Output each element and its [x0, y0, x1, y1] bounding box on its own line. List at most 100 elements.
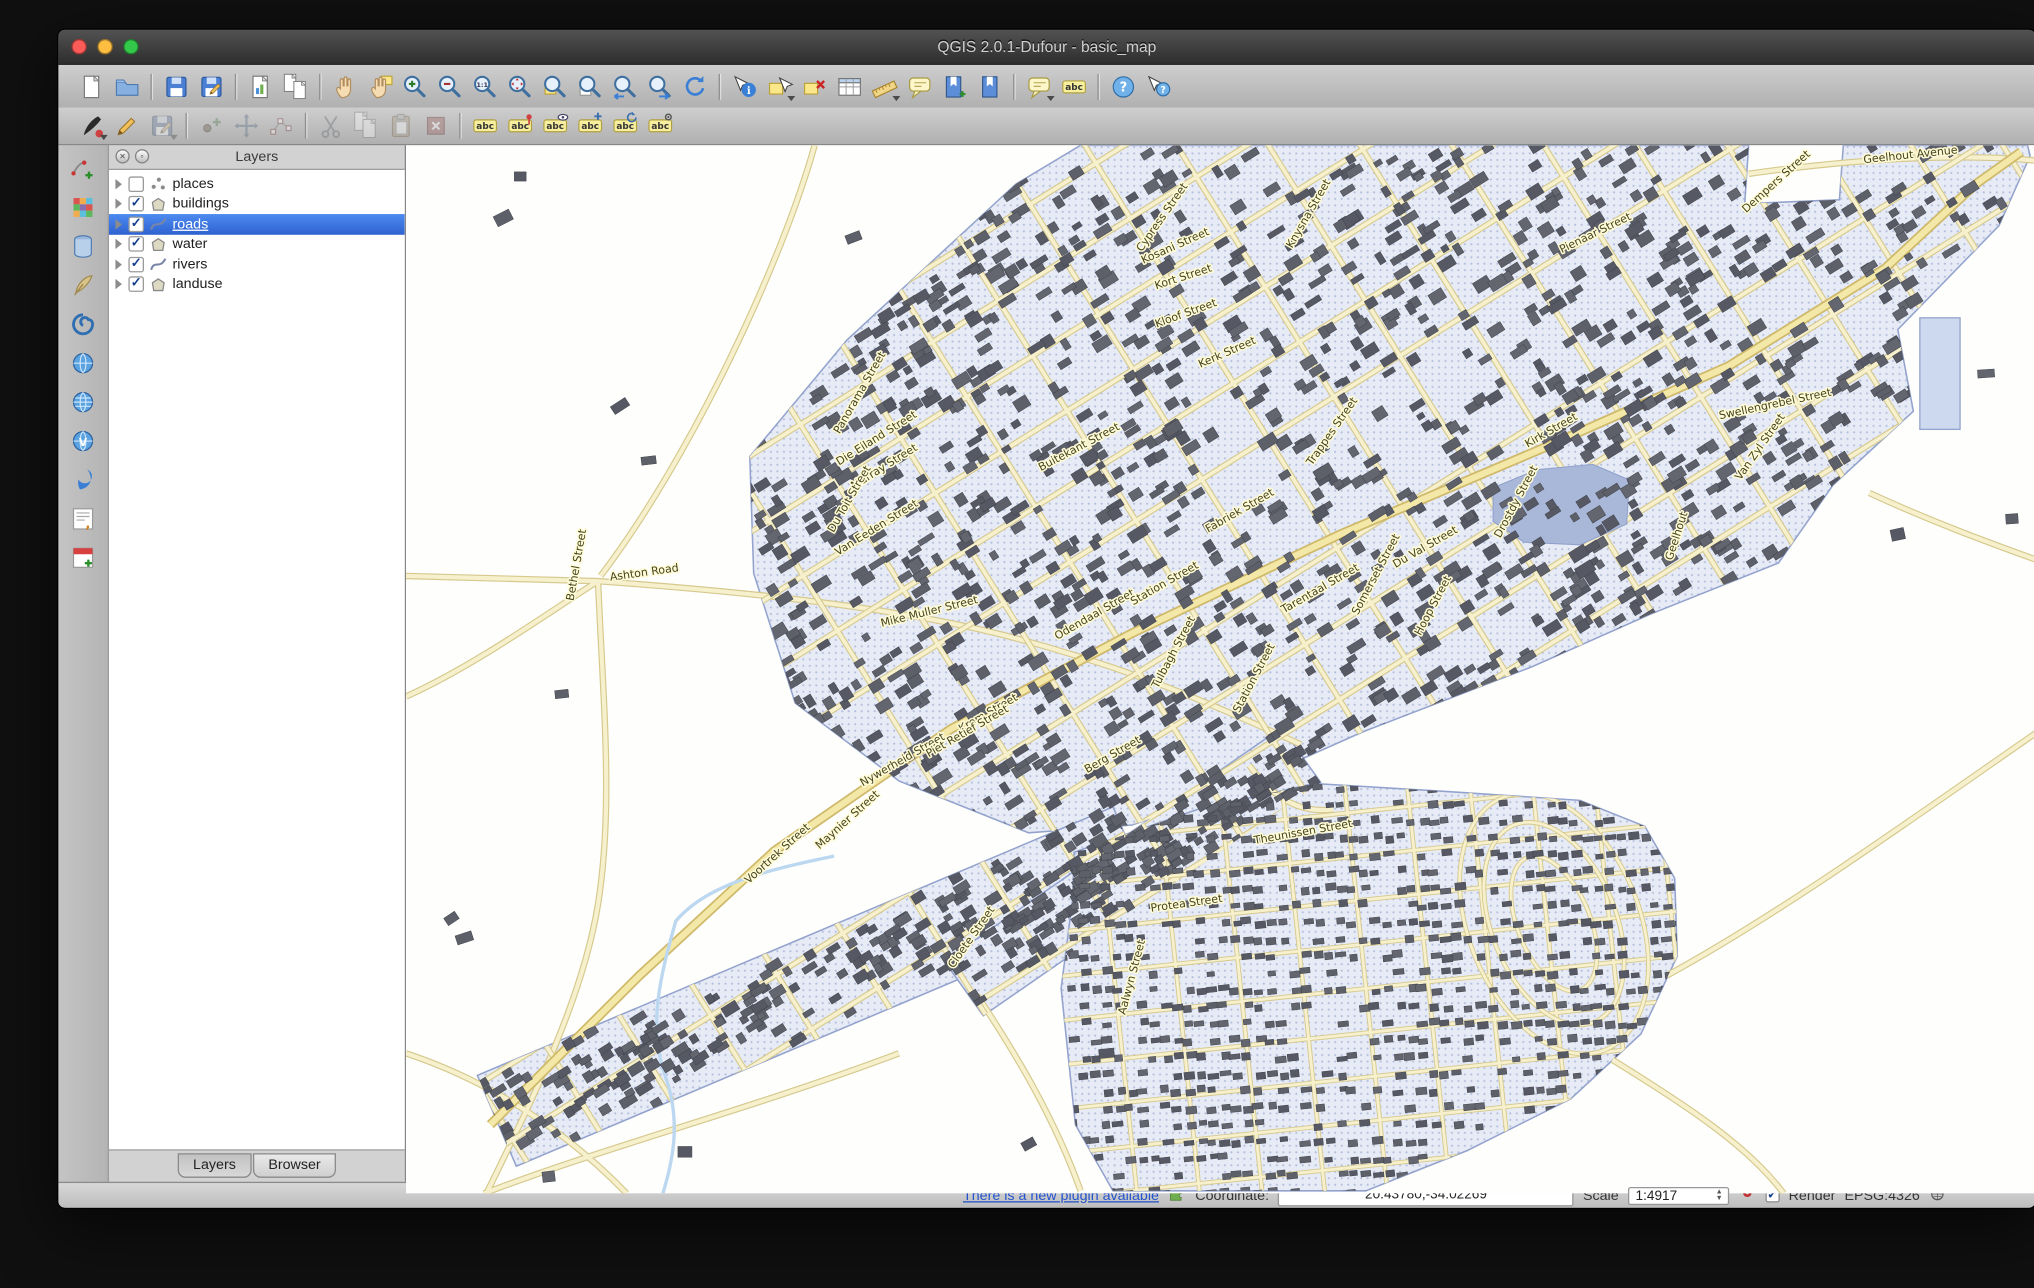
minimize-window-button[interactable]: [97, 39, 113, 55]
add-delimited-text-layer-button[interactable]: ,: [66, 502, 101, 536]
add-raster-layer-button[interactable]: [66, 191, 101, 225]
save-project-button[interactable]: [158, 69, 193, 103]
new-project-button[interactable]: [74, 69, 109, 103]
dropdown-arrow-icon[interactable]: [892, 95, 900, 100]
new-bookmark-button[interactable]: [937, 69, 972, 103]
save-project-as-button[interactable]: [193, 69, 228, 103]
layer-item-rivers[interactable]: ✓ rivers: [109, 254, 405, 274]
tab-layers[interactable]: Layers: [177, 1153, 251, 1178]
map-render[interactable]: Geelhout AvenueDempers StreetCypress Str…: [406, 145, 2034, 1193]
vector-icon: [69, 154, 98, 183]
expand-arrow-icon[interactable]: [115, 179, 121, 189]
label-settings-button[interactable]: abc: [467, 109, 502, 143]
layer-item-landuse[interactable]: ✓ landuse: [109, 274, 405, 294]
identify-features-button[interactable]: i: [726, 69, 761, 103]
zoom-last-button[interactable]: [607, 69, 642, 103]
add-mssql-layer-button[interactable]: [66, 307, 101, 341]
zoom-last-icon: [610, 72, 639, 101]
expand-arrow-icon[interactable]: [115, 259, 121, 269]
svg-text:abc: abc: [651, 122, 669, 132]
layer-polygon-geometry-icon: [149, 276, 167, 293]
layer-visibility-checkbox[interactable]: ✓: [128, 216, 144, 232]
svg-text:abc: abc: [616, 122, 634, 132]
whats-this-button[interactable]: ?: [1140, 69, 1175, 103]
pan-to-selection-button[interactable]: [362, 69, 397, 103]
toggle-editing-button[interactable]: [109, 109, 144, 143]
deselect-features-button[interactable]: [796, 69, 831, 103]
layer-visibility-checkbox[interactable]: [128, 176, 144, 192]
table-icon: [835, 72, 864, 101]
zoom-next-button[interactable]: [642, 69, 677, 103]
layer-item-roads[interactable]: ✓ roads: [109, 214, 405, 234]
layer-label[interactable]: landuse: [173, 277, 223, 293]
svg-text:V: V: [79, 436, 88, 449]
layer-visibility-checkbox[interactable]: ✓: [128, 236, 144, 252]
layer-visibility-checkbox[interactable]: ✓: [128, 277, 144, 293]
change-label-properties-button[interactable]: abc: [642, 109, 677, 143]
layer-label[interactable]: water: [173, 236, 208, 252]
expand-arrow-icon[interactable]: [115, 239, 121, 249]
layer-item-water[interactable]: ✓ water: [109, 234, 405, 254]
layer-visibility-checkbox[interactable]: ✓: [128, 196, 144, 212]
add-spatialite-layer-button[interactable]: [66, 269, 101, 303]
layer-label[interactable]: places: [173, 176, 214, 192]
select-features-button[interactable]: [761, 69, 796, 103]
close-window-button[interactable]: [71, 39, 87, 55]
panel-close-icon[interactable]: ×: [115, 149, 129, 163]
scale-combobox[interactable]: 1:4917 ▲▼: [1628, 1186, 1729, 1204]
expand-arrow-icon[interactable]: [115, 279, 121, 289]
open-attribute-table-button[interactable]: [832, 69, 867, 103]
map-canvas[interactable]: Geelhout AvenueDempers StreetCypress Str…: [406, 145, 2034, 1181]
dropdown-arrow-icon[interactable]: [787, 95, 795, 100]
dropdown-arrow-icon[interactable]: [170, 135, 178, 140]
layer-label[interactable]: rivers: [173, 257, 208, 273]
add-wcs-layer-button[interactable]: [66, 385, 101, 419]
current-edits-button[interactable]: [74, 109, 109, 143]
new-shapefile-layer-button[interactable]: [66, 541, 101, 575]
measure-button[interactable]: [867, 69, 902, 103]
add-vector-layer-button[interactable]: [66, 152, 101, 186]
composer-manager-button[interactable]: [278, 69, 313, 103]
svg-text:abc: abc: [476, 122, 494, 132]
layer-label[interactable]: buildings: [173, 196, 229, 212]
refresh-map-button[interactable]: [677, 69, 712, 103]
zoom-full-button[interactable]: [502, 69, 537, 103]
add-postgis-layer-button[interactable]: [66, 230, 101, 264]
add-feature-button: [193, 109, 228, 143]
layer-visibility-checkbox[interactable]: ✓: [128, 257, 144, 273]
open-project-button[interactable]: [109, 69, 144, 103]
rotate-label-button[interactable]: abc: [607, 109, 642, 143]
zoom-in-button[interactable]: [397, 69, 432, 103]
layer-item-buildings[interactable]: ✓ buildings: [109, 194, 405, 214]
add-oracle-layer-button[interactable]: [66, 463, 101, 497]
new-print-composer-button[interactable]: [243, 69, 278, 103]
panel-float-icon[interactable]: ◦: [135, 149, 149, 163]
layer-label[interactable]: roads: [173, 216, 209, 232]
expand-arrow-icon[interactable]: [115, 219, 121, 229]
zoom-native-button[interactable]: 1:1: [467, 69, 502, 103]
expand-arrow-icon[interactable]: [115, 199, 121, 209]
tab-browser[interactable]: Browser: [253, 1153, 336, 1178]
zoom-to-selection-button[interactable]: [537, 69, 572, 103]
titlebar[interactable]: QGIS 2.0.1-Dufour - basic_map: [58, 30, 2034, 65]
add-wfs-layer-button[interactable]: V: [66, 424, 101, 458]
add-wms-layer-button[interactable]: [66, 346, 101, 380]
dropdown-arrow-icon[interactable]: [100, 135, 108, 140]
show-hide-labels-button[interactable]: abc: [537, 109, 572, 143]
move-label-button[interactable]: abc: [572, 109, 607, 143]
scale-stepper-icon[interactable]: ▲▼: [1712, 1188, 1726, 1204]
dropdown-arrow-icon[interactable]: [1047, 95, 1055, 100]
text-annotation-button[interactable]: [1021, 69, 1056, 103]
abc-gear-icon: abc: [645, 112, 674, 141]
zoom-out-button[interactable]: [432, 69, 467, 103]
help-button[interactable]: ?: [1105, 69, 1140, 103]
labeling-button[interactable]: abc: [1056, 69, 1091, 103]
zoom-window-button[interactable]: [123, 39, 139, 55]
zoom-to-layer-button[interactable]: [572, 69, 607, 103]
page-icon: [77, 72, 106, 101]
pin-unpin-labels-button[interactable]: abc: [502, 109, 537, 143]
pan-map-button[interactable]: [327, 69, 362, 103]
map-tips-button[interactable]: [902, 69, 937, 103]
layer-item-places[interactable]: places: [109, 174, 405, 194]
show-bookmarks-button[interactable]: [972, 69, 1007, 103]
